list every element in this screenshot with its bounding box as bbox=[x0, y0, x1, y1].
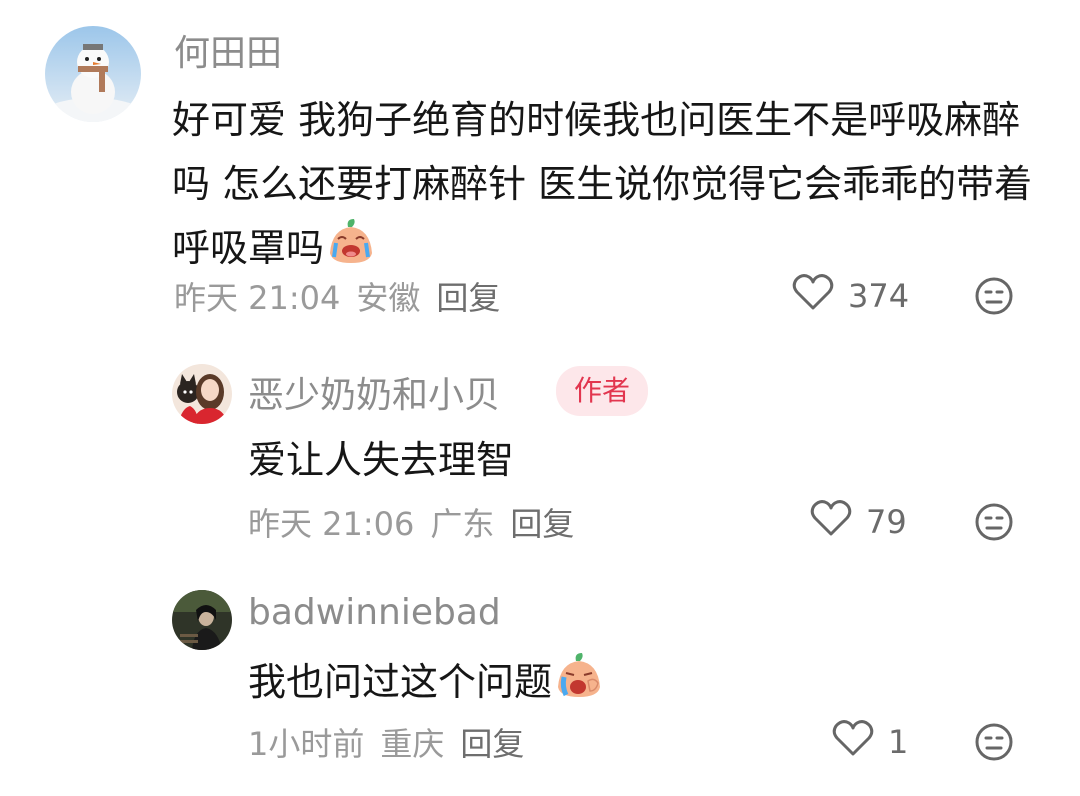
comment-meta: 昨天 21:04 安徽 回复 bbox=[174, 274, 516, 318]
heart-outline-icon[interactable] bbox=[810, 499, 852, 545]
avatar[interactable] bbox=[172, 364, 232, 424]
reply-item: 恶少奶奶和小贝 作者 爱让人失去理智 昨天 21:06 广东 回复 79 bbox=[0, 340, 1080, 560]
dislike-face-icon[interactable] bbox=[974, 722, 1014, 766]
heart-outline-icon[interactable] bbox=[832, 719, 874, 765]
reply-item: badwinniebad 我也问过这个问题 1小时前 重庆 回复 1 bbox=[0, 566, 1080, 796]
author-badge: 作者 bbox=[556, 366, 649, 416]
comment-time: 昨天 21:04 bbox=[174, 279, 341, 317]
avatar[interactable] bbox=[45, 26, 141, 122]
reply-meta: 昨天 21:06 广东 回复 bbox=[248, 500, 590, 544]
like-button[interactable]: 1 bbox=[832, 718, 908, 766]
reply-button[interactable]: 回复 bbox=[460, 719, 524, 765]
reply-meta: 1小时前 重庆 回复 bbox=[248, 720, 540, 764]
reply-content: 爱让人失去理智 bbox=[248, 438, 515, 482]
heart-outline-icon[interactable] bbox=[792, 273, 834, 319]
reply-content: 我也问过这个问题 bbox=[248, 650, 1008, 718]
dislike-face-icon[interactable] bbox=[974, 276, 1014, 320]
comment-location: 安徽 bbox=[356, 279, 421, 317]
sobbing-face-emoji bbox=[554, 651, 604, 718]
comment-item: 何田田 好可爱 我狗子绝育的时候我也问医生不是呼吸麻醉吗 怎么还要打麻醉针 医生… bbox=[0, 0, 1080, 340]
like-button[interactable]: 374 bbox=[792, 272, 909, 320]
like-count: 1 bbox=[888, 723, 909, 761]
reply-text: 我也问过这个问题 bbox=[248, 660, 553, 704]
reply-location: 重庆 bbox=[380, 725, 445, 763]
comment-content: 好可爱 我狗子绝育的时候我也问医生不是呼吸麻醉吗 怎么还要打麻醉针 医生说你觉得… bbox=[172, 88, 1042, 284]
avatar[interactable] bbox=[172, 590, 232, 650]
reply-time: 昨天 21:06 bbox=[248, 505, 415, 543]
reply-location: 广东 bbox=[430, 505, 495, 543]
comment-text: 好可爱 我狗子绝育的时候我也问医生不是呼吸麻醉吗 怎么还要打麻醉针 医生说你觉得… bbox=[172, 98, 1033, 270]
reply-username[interactable]: badwinniebad bbox=[248, 592, 501, 633]
reply-button[interactable]: 回复 bbox=[436, 273, 500, 319]
comment-username[interactable]: 何田田 bbox=[174, 24, 282, 76]
reply-button[interactable]: 回复 bbox=[510, 499, 574, 545]
like-count: 374 bbox=[848, 277, 910, 315]
dislike-face-icon[interactable] bbox=[974, 502, 1014, 546]
reply-time: 1小时前 bbox=[248, 725, 365, 763]
reply-username[interactable]: 恶少奶奶和小贝 bbox=[248, 366, 500, 418]
like-count: 79 bbox=[866, 503, 907, 541]
like-button[interactable]: 79 bbox=[810, 498, 907, 546]
